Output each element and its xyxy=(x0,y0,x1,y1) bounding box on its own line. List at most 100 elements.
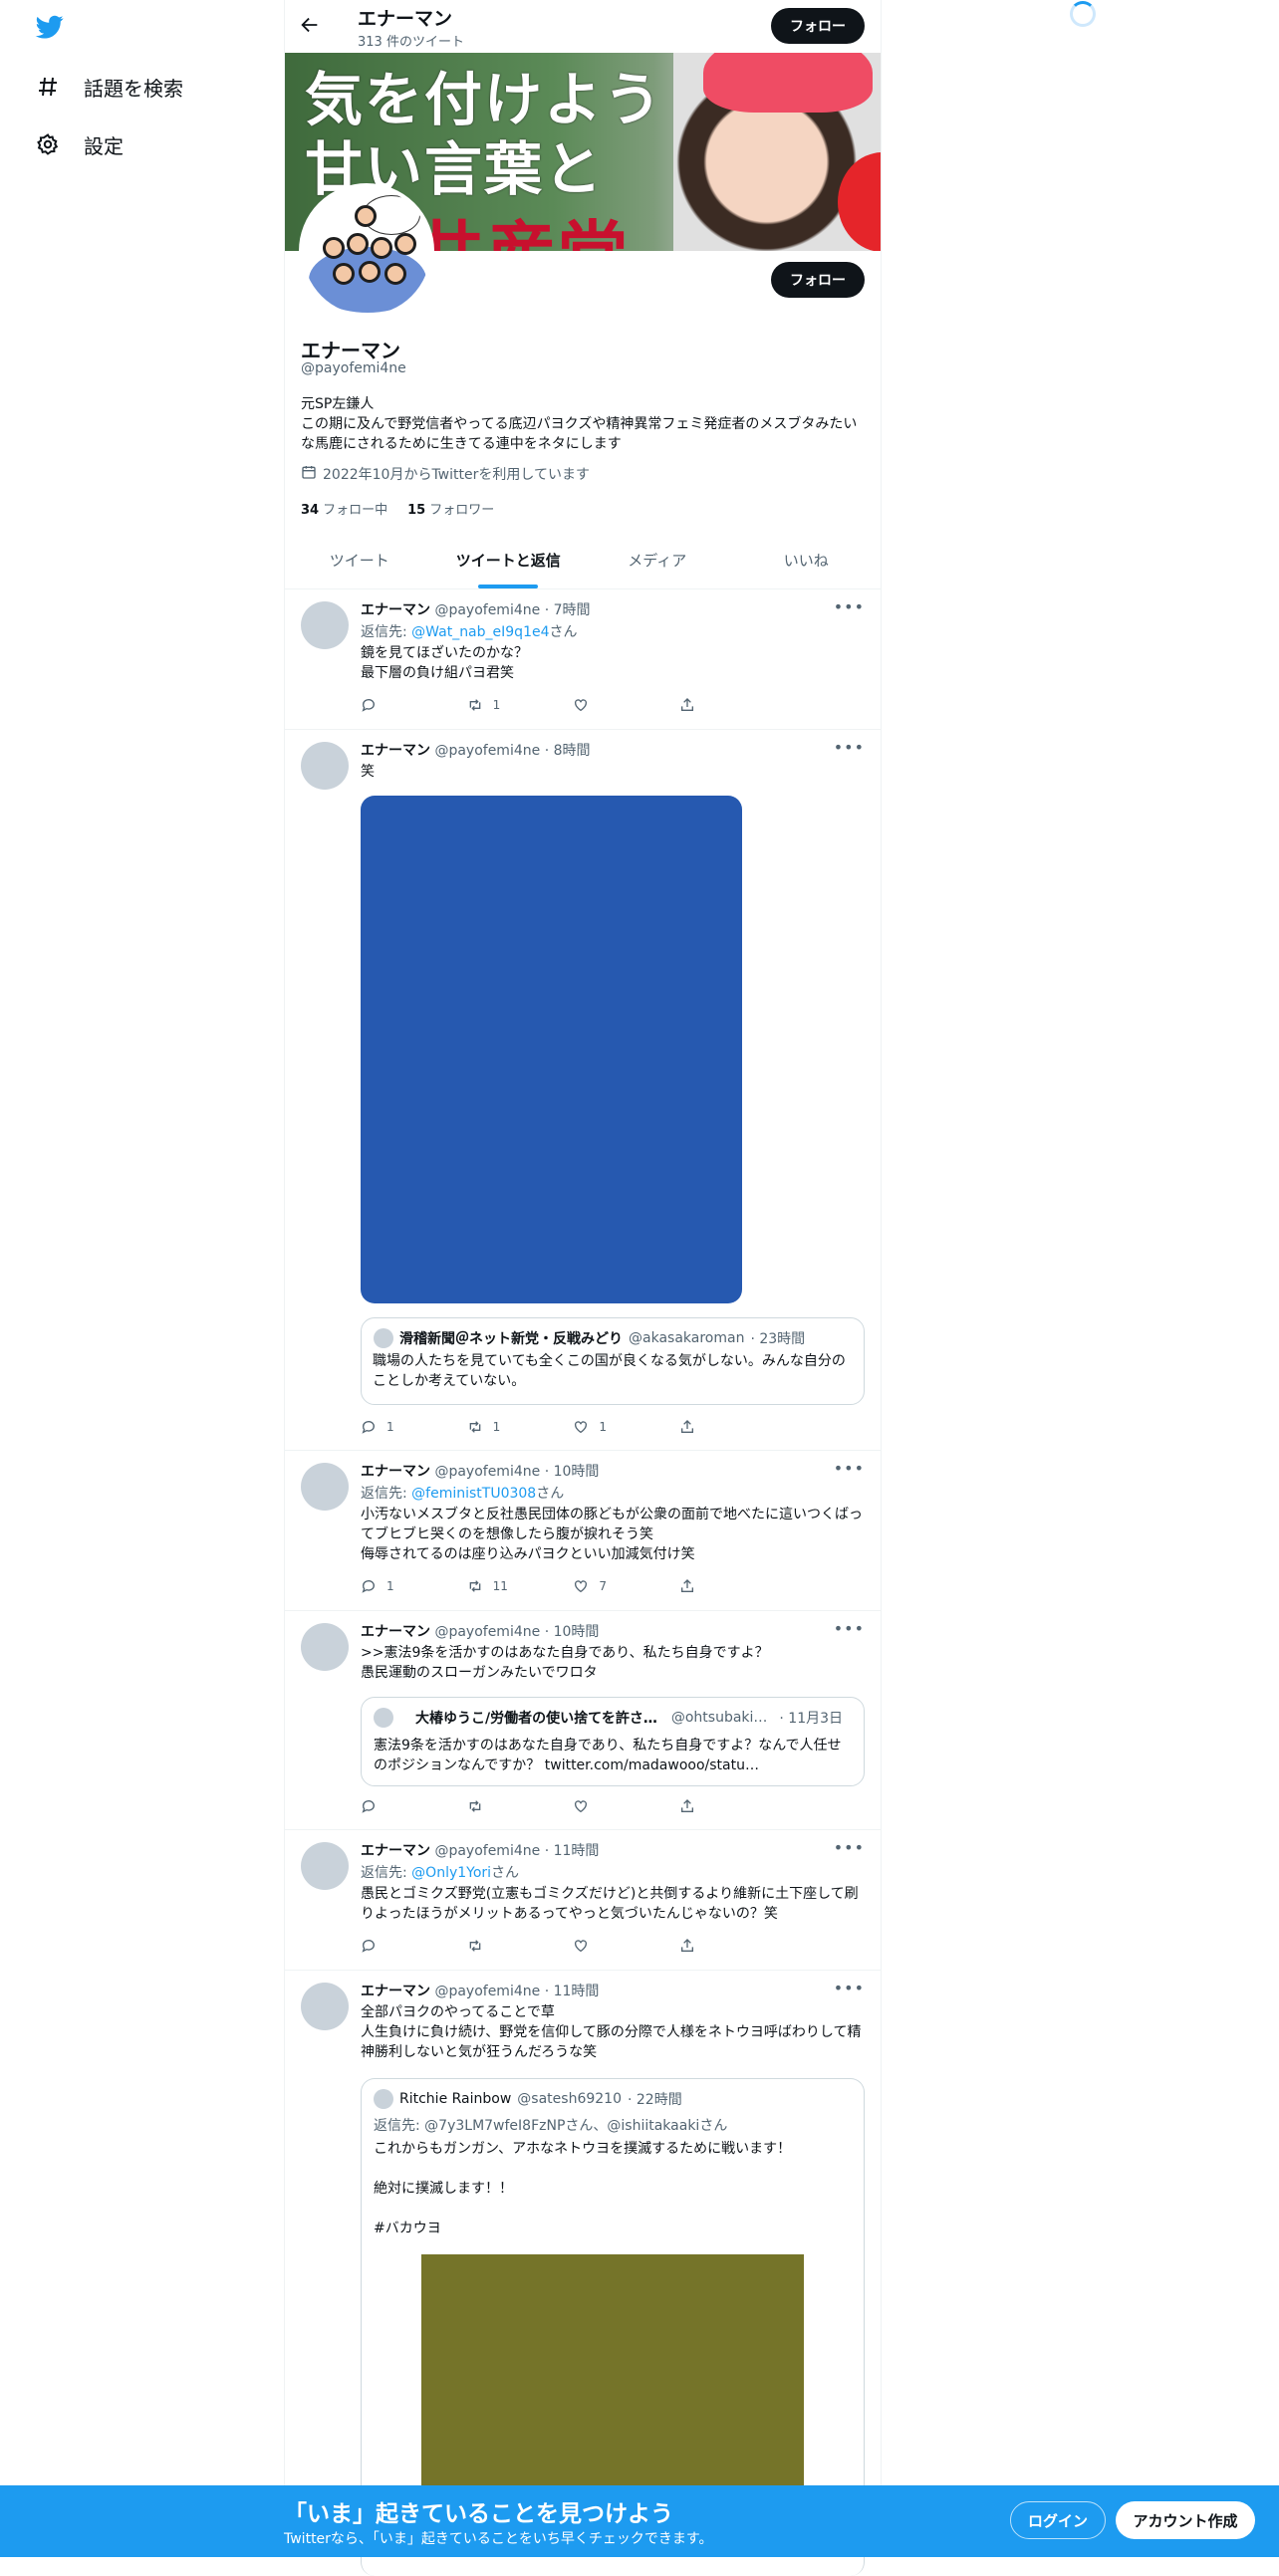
quote-time: · 11月3日 xyxy=(779,1711,844,1727)
followers-link[interactable]: 15 フォロワー xyxy=(407,499,494,518)
profile-avatar[interactable] xyxy=(299,183,434,319)
tweet-header: エナーマン @payofemi4ne · 11時間 xyxy=(361,1981,599,2000)
tab-tweets-and-replies[interactable]: ツイートと返信 xyxy=(434,532,584,588)
share-button[interactable] xyxy=(679,1938,779,1954)
profile-follow-button[interactable]: フォロー xyxy=(771,262,865,298)
tweet-time[interactable]: · 10時間 xyxy=(545,1464,600,1480)
nav-explore-label: 話題を検索 xyxy=(84,76,183,101)
quote-header: 大椿ゆうこ/労働者の使い捨てを許さ… @ohtsubaki… · 11月3日 xyxy=(374,1708,843,1728)
tweet-author-name[interactable]: エナーマン xyxy=(361,1464,430,1480)
signup-button[interactable]: アカウント作成 xyxy=(1116,2501,1255,2539)
retweet-button[interactable] xyxy=(467,1938,567,1954)
profile-column: エナーマン 313 件のツイート フォロー 気を付けよう 甘い言葉と 共産党 フ… xyxy=(284,0,882,2576)
tweet-author-handle[interactable]: @payofemi4ne xyxy=(434,1984,540,1999)
tweet[interactable]: エナーマン @payofemi4ne · 11時間 ••• 返信先: @Only… xyxy=(285,1830,881,1971)
more-options-icon[interactable]: ••• xyxy=(834,1459,865,1478)
tweet-time[interactable]: · 11時間 xyxy=(545,1984,600,1999)
nav-settings[interactable]: 設定 xyxy=(34,124,124,164)
like-button[interactable] xyxy=(573,1798,672,1814)
avatar[interactable] xyxy=(301,1623,349,1671)
tweet-actions xyxy=(361,1938,779,1954)
tweet-time[interactable]: · 11時間 xyxy=(545,1843,600,1859)
quote-author-handle: @akasakaroman xyxy=(629,1330,745,1346)
avatar[interactable] xyxy=(301,1983,349,2030)
tweet-author-name[interactable]: エナーマン xyxy=(361,743,430,759)
tweet-author-handle[interactable]: @payofemi4ne xyxy=(434,743,540,759)
more-options-icon[interactable]: ••• xyxy=(834,597,865,616)
following-link[interactable]: 34 フォロー中 xyxy=(301,499,387,518)
tweet[interactable]: エナーマン @payofemi4ne · 11時間 ••• 全部パヨクのやってる… xyxy=(285,1971,881,2576)
share-button[interactable] xyxy=(679,1578,779,1594)
share-button[interactable] xyxy=(679,697,779,713)
tweet-time[interactable]: · 10時間 xyxy=(545,1624,600,1640)
tweet-author-name[interactable]: エナーマン xyxy=(361,1984,430,1999)
avatar xyxy=(374,1328,393,1348)
tweet-author-name[interactable]: エナーマン xyxy=(361,1843,430,1859)
tweet-author-name[interactable]: エナーマン xyxy=(361,602,430,618)
more-options-icon[interactable]: ••• xyxy=(834,1979,865,1997)
tweet-time[interactable]: · 8時間 xyxy=(545,743,591,759)
header-tweet-count: 313 件のツイート xyxy=(358,35,464,50)
avatar[interactable] xyxy=(301,1463,349,1511)
tweet-author-handle[interactable]: @payofemi4ne xyxy=(434,602,540,618)
reply-button[interactable]: 1 xyxy=(361,1419,460,1435)
like-button[interactable]: 7 xyxy=(573,1578,672,1594)
avatar[interactable] xyxy=(301,742,349,790)
avatar[interactable] xyxy=(301,1842,349,1890)
quote-time: · 22時間 xyxy=(627,2092,682,2108)
nav-explore[interactable]: 話題を検索 xyxy=(34,67,183,107)
more-options-icon[interactable]: ••• xyxy=(834,1838,865,1857)
tweet-author-handle[interactable]: @payofemi4ne xyxy=(434,1464,540,1480)
tweet[interactable]: エナーマン @payofemi4ne · 10時間 ••• 返信先: @femi… xyxy=(285,1451,881,1611)
tweet-image[interactable] xyxy=(361,796,742,1303)
like-button[interactable]: 1 xyxy=(573,1419,672,1435)
retweet-button[interactable]: 11 xyxy=(467,1578,567,1594)
quote-header: 滑稽新聞＠ネット新党・反戦みどり @akasakaroman · 23時間 xyxy=(374,1328,805,1348)
share-button[interactable] xyxy=(679,1798,779,1814)
tab-media[interactable]: メディア xyxy=(583,532,732,588)
like-button[interactable] xyxy=(573,697,672,713)
calendar-icon xyxy=(301,464,317,484)
reply-to-link[interactable]: @feministTU0308 xyxy=(411,1486,536,1502)
tweet-author-handle[interactable]: @payofemi4ne xyxy=(434,1843,540,1859)
tab-tweets[interactable]: ツイート xyxy=(285,532,434,588)
tweet-author-name[interactable]: エナーマン xyxy=(361,1624,430,1640)
like-count: 7 xyxy=(599,1579,607,1593)
tweet[interactable]: エナーマン @payofemi4ne · 10時間 ••• >>憲法9条を活かす… xyxy=(285,1611,881,1830)
tab-likes[interactable]: いいね xyxy=(732,532,882,588)
tweet[interactable]: エナーマン @payofemi4ne · 7時間 ••• 返信先: @Wat_n… xyxy=(285,589,881,730)
reply-button[interactable] xyxy=(361,1798,460,1814)
share-button[interactable] xyxy=(679,1419,779,1435)
quote-text: 憲法9条を活かすのはあなた自身であり、私たち自身ですよ？なんで人任せのポジション… xyxy=(374,1738,842,1773)
gear-icon xyxy=(34,130,62,158)
header-name: エナーマン xyxy=(358,8,453,30)
tweet[interactable]: エナーマン @payofemi4ne · 8時間 ••• 笑 滑稽新聞＠ネット新… xyxy=(285,730,881,1451)
retweet-button[interactable]: 1 xyxy=(467,1419,567,1435)
reply-to-link[interactable]: @Wat_nab_eI9q1e4 xyxy=(411,624,549,640)
retweet-button[interactable]: 1 xyxy=(467,697,567,713)
back-arrow-icon[interactable] xyxy=(299,14,325,40)
tweet-author-handle[interactable]: @payofemi4ne xyxy=(434,1624,540,1640)
reply-to-line: 返信先: @Wat_nab_eI9q1e4さん xyxy=(361,621,578,641)
reply-count: 1 xyxy=(386,1579,394,1593)
more-options-icon[interactable]: ••• xyxy=(834,738,865,757)
reply-to-link[interactable]: @Only1Yori xyxy=(411,1865,491,1881)
avatar[interactable] xyxy=(301,601,349,649)
like-button[interactable] xyxy=(573,1938,672,1954)
tweet-header: エナーマン @payofemi4ne · 8時間 xyxy=(361,740,591,760)
reply-button[interactable]: 1 xyxy=(361,1578,460,1594)
following-count: 34 xyxy=(301,503,320,518)
header-follow-button[interactable]: フォロー xyxy=(771,8,865,44)
twitter-bird-icon[interactable] xyxy=(33,13,67,41)
retweet-button[interactable] xyxy=(467,1798,567,1814)
tweet-time[interactable]: · 7時間 xyxy=(545,602,591,618)
quoted-tweet[interactable]: 大椿ゆうこ/労働者の使い捨てを許さ… @ohtsubaki… · 11月3日 憲法9… xyxy=(361,1697,865,1786)
reply-button[interactable] xyxy=(361,697,460,713)
avatar xyxy=(374,1708,393,1728)
tweet-header: エナーマン @payofemi4ne · 11時間 xyxy=(361,1840,599,1860)
profile-joined: 2022年10月からTwitterを利用しています xyxy=(301,464,590,484)
more-options-icon[interactable]: ••• xyxy=(834,1619,865,1638)
login-button[interactable]: ログイン xyxy=(1010,2501,1106,2539)
reply-button[interactable] xyxy=(361,1938,460,1954)
reply-prefix: 返信先: xyxy=(361,1486,412,1502)
